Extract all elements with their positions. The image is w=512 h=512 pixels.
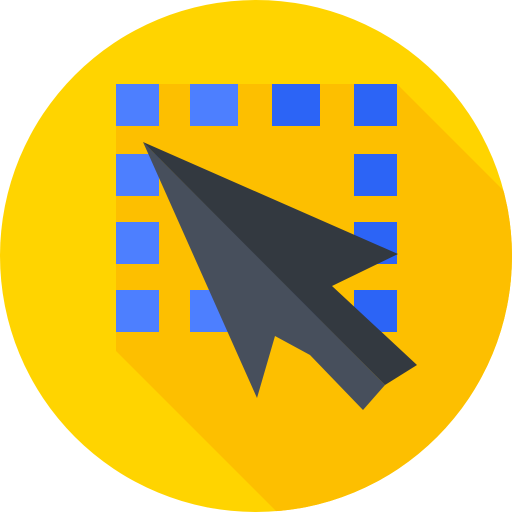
selection-square <box>354 154 397 196</box>
selection-square <box>116 290 159 332</box>
selection-square <box>190 84 238 126</box>
selection-square <box>272 84 320 126</box>
selection-cursor-icon <box>0 0 512 512</box>
selection-square <box>354 84 397 126</box>
selection-square <box>116 222 159 264</box>
selection-square <box>116 84 159 126</box>
